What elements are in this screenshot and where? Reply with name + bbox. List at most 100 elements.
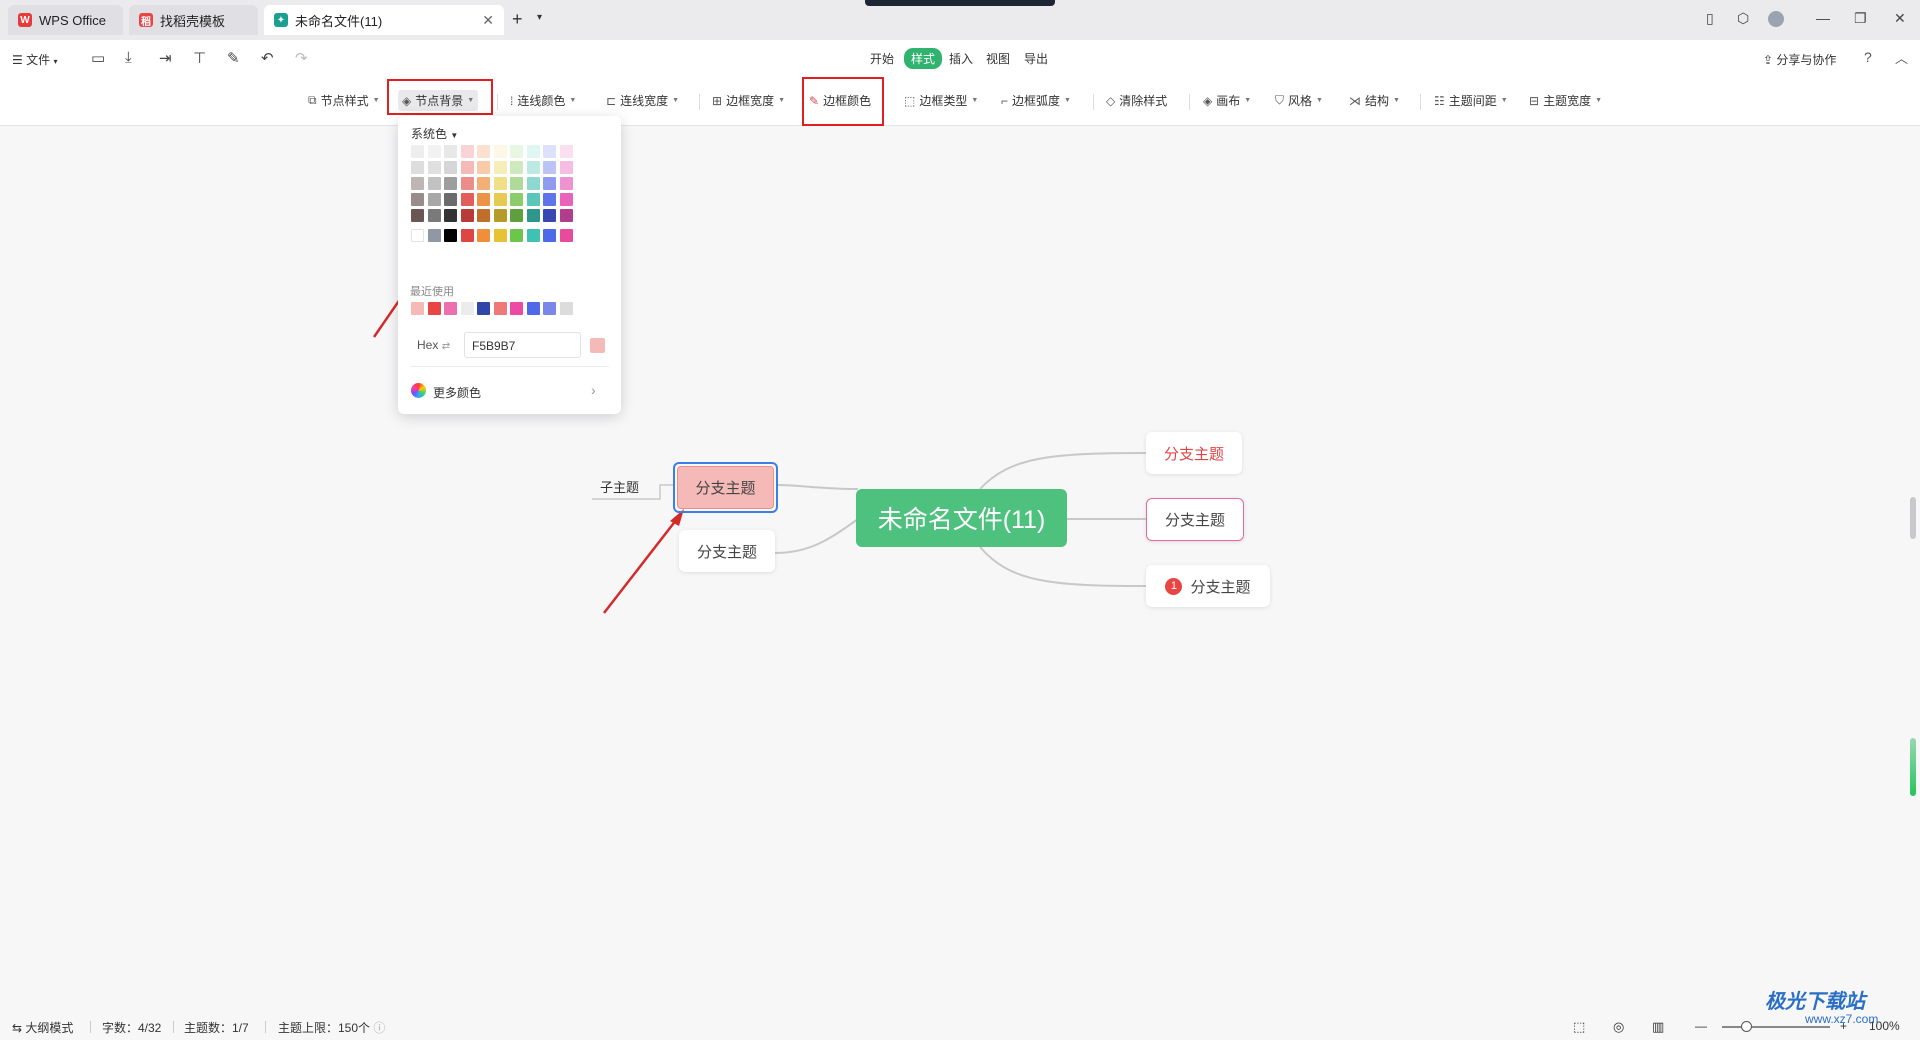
color-swatch[interactable] xyxy=(526,229,540,242)
tab-list-chevron-down-icon[interactable]: ▾ xyxy=(537,12,542,23)
color-swatch[interactable] xyxy=(493,177,507,190)
color-swatch[interactable] xyxy=(526,161,540,174)
color-swatch[interactable] xyxy=(543,161,556,174)
download-icon[interactable]: ⤓ xyxy=(125,49,132,66)
color-swatch[interactable] xyxy=(460,161,474,174)
central-topic[interactable]: 未命名文件(11) xyxy=(856,489,1067,547)
menu-tab-export[interactable]: 导出 xyxy=(1024,50,1048,67)
help-icon[interactable]: ? xyxy=(1864,49,1872,65)
vertical-scrollbar[interactable] xyxy=(1910,497,1916,539)
color-swatch[interactable] xyxy=(411,145,424,158)
system-colors-dropdown[interactable]: 系统色 ▼ xyxy=(411,125,458,142)
topic-width-button[interactable]: ⊟ 主题宽度 ▼ xyxy=(1529,92,1602,109)
color-swatch[interactable] xyxy=(510,177,523,190)
format-painter-icon[interactable]: ⊤ xyxy=(193,49,206,67)
color-swatch[interactable] xyxy=(493,145,507,158)
branch-topic-right-bottom[interactable]: 1 分支主题 xyxy=(1146,565,1270,607)
color-swatch[interactable] xyxy=(411,177,424,190)
color-swatch[interactable] xyxy=(427,177,441,190)
sub-topic[interactable]: 子主题 xyxy=(600,477,639,496)
color-swatch[interactable] xyxy=(411,209,424,222)
color-swatch[interactable] xyxy=(460,229,474,242)
color-swatch[interactable] xyxy=(477,161,490,174)
undo-icon[interactable]: ↶ xyxy=(261,49,274,67)
menu-tab-start[interactable]: 开始 xyxy=(870,50,894,67)
menu-tab-insert[interactable]: 插入 xyxy=(949,50,973,67)
color-swatch[interactable] xyxy=(510,229,523,242)
clear-style-button[interactable]: ◇ 清除样式 xyxy=(1106,92,1167,109)
color-swatch[interactable] xyxy=(444,161,457,174)
color-swatch[interactable] xyxy=(526,177,540,190)
line-width-button[interactable]: ⊏ 连线宽度 ▼ xyxy=(606,92,679,109)
node-style-button[interactable]: ⧉ 节点样式 ▼ xyxy=(308,92,380,109)
theme-style-button[interactable]: ⛉ 风格 ▼ xyxy=(1275,92,1323,109)
color-swatch[interactable] xyxy=(411,229,424,242)
color-swatch[interactable] xyxy=(559,177,573,190)
color-swatch[interactable] xyxy=(526,193,540,206)
more-colors-button[interactable]: 更多颜色 xyxy=(433,384,481,401)
restore-window-icon[interactable]: ❐ xyxy=(1854,10,1867,27)
color-swatch[interactable] xyxy=(559,229,573,242)
color-swatch[interactable] xyxy=(543,145,556,158)
zoom-slider-track[interactable] xyxy=(1722,1026,1830,1028)
color-swatch[interactable] xyxy=(543,177,556,190)
swap-icon[interactable]: ⇄ xyxy=(442,341,450,352)
topic-spacing-button[interactable]: ☷ 主题间距 ▼ xyxy=(1434,92,1508,109)
color-swatch[interactable] xyxy=(427,193,441,206)
color-swatch[interactable] xyxy=(493,161,507,174)
hex-input[interactable]: F5B9B7 xyxy=(464,332,581,358)
color-swatch[interactable] xyxy=(510,209,523,222)
color-swatch[interactable] xyxy=(444,229,457,242)
recent-color-swatch[interactable] xyxy=(510,302,523,315)
color-swatch[interactable] xyxy=(477,209,490,222)
color-swatch[interactable] xyxy=(427,209,441,222)
color-swatch[interactable] xyxy=(510,161,523,174)
color-swatch[interactable] xyxy=(444,209,457,222)
color-swatch[interactable] xyxy=(444,177,457,190)
color-swatch[interactable] xyxy=(559,161,573,174)
info-icon[interactable]: ⓘ xyxy=(373,1021,385,1035)
color-swatch[interactable] xyxy=(526,145,540,158)
collapse-ribbon-chevron-up-icon[interactable]: ︿ xyxy=(1895,48,1908,67)
file-menu[interactable]: ☰ 文件 ▾ xyxy=(12,51,57,68)
color-swatch[interactable] xyxy=(543,193,556,206)
tab-current-document[interactable]: ✦ 未命名文件(11) ✕ xyxy=(264,5,504,35)
recent-color-swatch[interactable] xyxy=(460,302,474,315)
tab-wps-office[interactable]: W WPS Office xyxy=(8,5,123,35)
recent-color-swatch[interactable] xyxy=(427,302,441,315)
line-color-button[interactable]: ⁞ 连线颜色 ▼ xyxy=(510,92,576,109)
zoom-slider-handle[interactable] xyxy=(1741,1021,1752,1032)
color-swatch[interactable] xyxy=(493,209,507,222)
color-swatch[interactable] xyxy=(444,193,457,206)
structure-button[interactable]: ⋊ 结构 ▼ xyxy=(1349,92,1400,109)
outline-mode-button[interactable]: ⇆ 大纲模式 xyxy=(12,1019,73,1036)
color-swatch[interactable] xyxy=(427,161,441,174)
menu-tab-style[interactable]: 样式 xyxy=(904,48,943,69)
color-swatch[interactable] xyxy=(460,177,474,190)
recent-color-swatch[interactable] xyxy=(543,302,556,315)
branch-topic-left-lower[interactable]: 分支主题 xyxy=(679,530,775,572)
close-window-icon[interactable]: ✕ xyxy=(1894,10,1906,27)
color-swatch[interactable] xyxy=(493,229,507,242)
color-swatch[interactable] xyxy=(510,145,523,158)
recent-color-swatch[interactable] xyxy=(411,302,424,315)
color-swatch[interactable] xyxy=(460,145,474,158)
recent-color-swatch[interactable] xyxy=(559,302,573,315)
layout-toggle-icon[interactable]: ▯ xyxy=(1706,10,1714,27)
color-swatch[interactable] xyxy=(460,209,474,222)
share-collaborate-button[interactable]: ⇪ 分享与协作 xyxy=(1763,51,1836,68)
color-swatch[interactable] xyxy=(477,193,490,206)
color-swatch[interactable] xyxy=(411,161,424,174)
recent-color-swatch[interactable] xyxy=(444,302,457,315)
color-swatch[interactable] xyxy=(510,193,523,206)
color-swatch[interactable] xyxy=(559,145,573,158)
color-swatch[interactable] xyxy=(477,145,490,158)
recent-color-swatch[interactable] xyxy=(493,302,507,315)
color-swatch[interactable] xyxy=(460,193,474,206)
recent-color-swatch[interactable] xyxy=(526,302,540,315)
branch-topic-right-middle[interactable]: 分支主题 xyxy=(1146,498,1244,541)
new-tab-plus-icon[interactable]: + xyxy=(512,9,523,30)
color-swatch[interactable] xyxy=(444,145,457,158)
color-swatch[interactable] xyxy=(411,193,424,206)
color-swatch[interactable] xyxy=(543,209,556,222)
